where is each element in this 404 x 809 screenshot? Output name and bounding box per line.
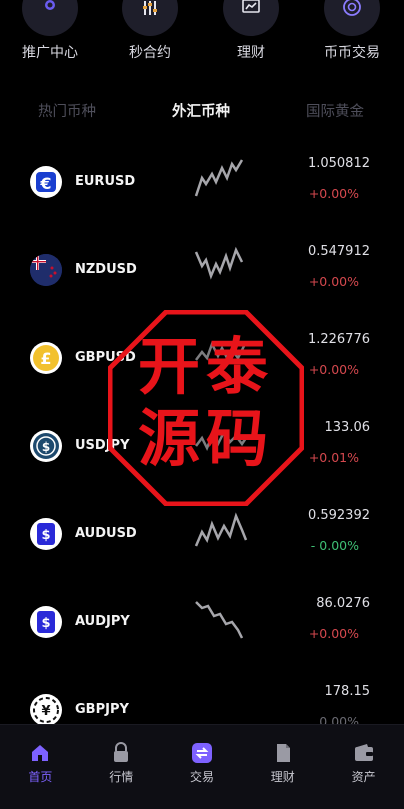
tab-gold[interactable]: 国际黄金 [268, 100, 402, 121]
dollar-tag-icon: $ [30, 518, 62, 550]
market-row-audjpy[interactable]: $ AUDJPY 86.0276 +0.00% [0, 578, 404, 666]
quick-action-label: 理财 [237, 45, 265, 61]
euro-icon: € [30, 166, 62, 198]
change-percent: +0.00% [308, 186, 359, 201]
market-row-usdjpy[interactable]: $ USDJPY 133.06 +0.01% [0, 402, 404, 490]
sparkline [195, 429, 248, 452]
quick-action-coin-trade[interactable]: 币币交易 [302, 0, 402, 80]
coin-circle-icon [324, 0, 380, 36]
lock-icon [114, 742, 129, 762]
pound-icon: £ [30, 342, 62, 374]
sliders-icon [122, 0, 178, 36]
svg-text:€: € [39, 174, 51, 193]
price-value: 1.226776 [307, 332, 370, 347]
quick-action-label: 秒合约 [129, 45, 171, 61]
change-percent: - 0.00% [310, 538, 359, 553]
svg-text:¥: ¥ [41, 704, 50, 719]
nav-label: 行情 [109, 770, 134, 784]
svg-text:$: $ [41, 528, 50, 543]
svg-text:£: £ [40, 349, 51, 368]
sparkline [194, 512, 248, 547]
pair-name: USDJPY [75, 438, 130, 453]
market-row-audusd[interactable]: $ AUDUSD 0.592392 - 0.00% [0, 490, 404, 578]
price-value: 178.15 [324, 684, 371, 699]
chart-board-icon [223, 0, 279, 36]
quick-action-finance[interactable]: 理财 [201, 0, 301, 80]
sparkline [194, 246, 244, 280]
svg-text:$: $ [41, 616, 50, 631]
nav-trade[interactable]: 交易 [162, 725, 243, 809]
pair-name: NZDUSD [75, 262, 137, 277]
pair-name: AUDUSD [75, 526, 137, 541]
quick-actions: 推广中心 秒合约 理财 币币交易 [0, 0, 404, 80]
user-icon [22, 0, 78, 36]
nz-flag-icon [30, 254, 62, 286]
home-icon [32, 745, 49, 761]
sparkline [194, 159, 244, 197]
wallet-icon [354, 744, 373, 761]
pair-name: GBPJPY [75, 702, 129, 717]
market-row-eurusd[interactable]: € EURUSD 1.050812 +0.00% [0, 138, 404, 226]
change-percent: +0.00% [308, 362, 359, 377]
nav-assets[interactable]: 资产 [323, 725, 404, 809]
yen-icon: ¥ [30, 694, 62, 726]
tab-forex[interactable]: 外汇币种 [134, 100, 268, 121]
dollar-tag-icon: $ [30, 606, 62, 638]
change-percent: +0.00% [308, 274, 359, 289]
sparkline [195, 601, 244, 639]
change-percent: +0.00% [308, 626, 359, 641]
price-value: 133.06 [324, 420, 371, 435]
quick-action-label: 推广中心 [22, 45, 78, 61]
nav-label: 资产 [351, 770, 376, 784]
nav-finance[interactable]: 理财 [242, 725, 323, 809]
exchange-icon [191, 743, 212, 763]
svg-text:$: $ [42, 440, 50, 454]
price-value: 1.050812 [307, 156, 370, 171]
pair-name: GBPUSD [75, 350, 136, 365]
quick-action-seconds-contract[interactable]: 秒合约 [100, 0, 200, 80]
pair-name: AUDJPY [75, 614, 130, 629]
nav-market[interactable]: 行情 [81, 725, 162, 809]
market-row-nzdusd[interactable]: NZDUSD 0.547912 +0.00% [0, 226, 404, 314]
nav-label: 首页 [28, 770, 53, 784]
document-icon [276, 744, 290, 762]
nav-label: 理财 [270, 770, 295, 784]
globe-coin-icon: $ [30, 430, 62, 462]
nav-label: 交易 [189, 770, 214, 784]
market-row-gbpusd[interactable]: £ GBPUSD 1.226776 +0.00% [0, 314, 404, 402]
pair-name: EURUSD [75, 174, 136, 189]
change-percent: +0.01% [308, 450, 359, 465]
price-value: 0.592392 [307, 508, 370, 523]
price-value: 0.547912 [307, 244, 370, 259]
nav-home[interactable]: 首页 [0, 725, 81, 809]
sparkline [195, 340, 246, 364]
price-value: 86.0276 [316, 596, 370, 611]
market-category-tabs: 热门币种 外汇币种 国际黄金 [0, 100, 404, 128]
quick-action-label: 币币交易 [324, 45, 380, 61]
bottom-nav: 首页 行情 交易 理财 资产 [0, 724, 404, 809]
tab-hot-coins[interactable]: 热门币种 [0, 100, 134, 121]
quick-action-promotion[interactable]: 推广中心 [0, 0, 100, 80]
